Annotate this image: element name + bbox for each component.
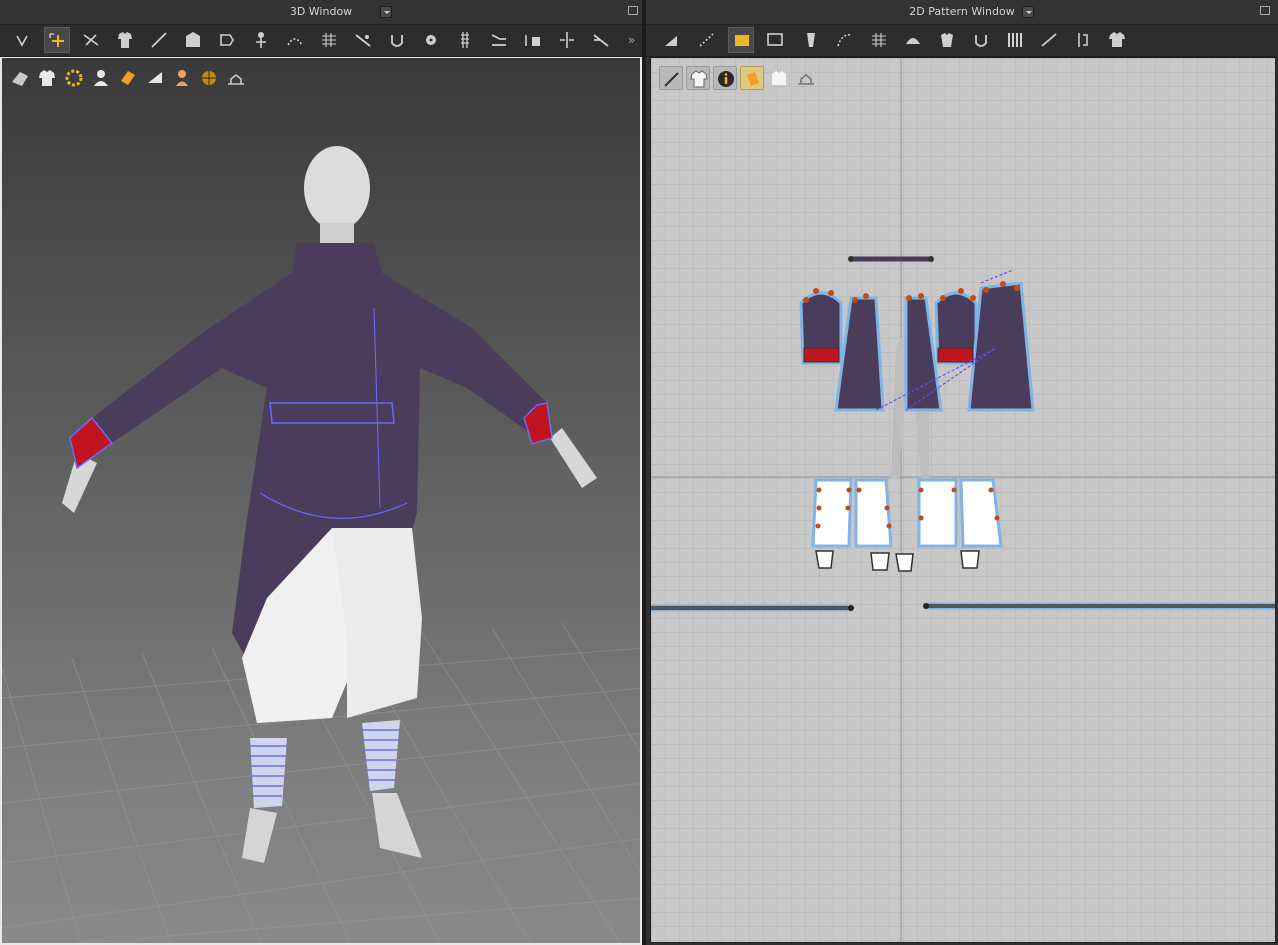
button-icon[interactable] bbox=[418, 27, 444, 53]
pattern-canvas[interactable] bbox=[650, 57, 1276, 943]
select-icon[interactable] bbox=[9, 27, 35, 53]
pattern-cuffs bbox=[803, 347, 974, 363]
grid-icon[interactable] bbox=[316, 27, 342, 53]
align-icon[interactable] bbox=[554, 27, 580, 53]
sewing-icon[interactable] bbox=[282, 27, 308, 53]
toolbar-overflow-icon[interactable]: » bbox=[628, 33, 635, 47]
pattern-collar bbox=[848, 256, 934, 262]
cut-icon[interactable] bbox=[588, 27, 614, 53]
window-3d-title: 3D Window bbox=[289, 5, 353, 18]
transform-icon[interactable] bbox=[658, 27, 684, 53]
edit-line-icon[interactable] bbox=[350, 27, 376, 53]
move-icon[interactable] bbox=[44, 27, 70, 53]
polygon-icon[interactable] bbox=[728, 27, 754, 53]
scene-3d bbox=[2, 146, 640, 943]
garment-fit-icon[interactable] bbox=[112, 27, 138, 53]
seam-icon[interactable] bbox=[968, 27, 994, 53]
pattern-waistband-strips bbox=[651, 602, 1275, 612]
window-2d: 2D Pattern Window bbox=[646, 0, 1278, 945]
fold-icon[interactable] bbox=[900, 27, 926, 53]
fold-line-icon[interactable] bbox=[1036, 27, 1062, 53]
edit-point-icon[interactable] bbox=[694, 27, 720, 53]
zipper-icon[interactable] bbox=[452, 27, 478, 53]
measure-icon[interactable] bbox=[146, 27, 172, 53]
window-3d: 3D Window » bbox=[0, 0, 642, 945]
tape-icon[interactable] bbox=[486, 27, 512, 53]
viewport-3d[interactable] bbox=[0, 57, 642, 945]
grid-icon[interactable] bbox=[866, 27, 892, 53]
tack-icon[interactable] bbox=[78, 27, 104, 53]
arrangement-icon[interactable] bbox=[214, 27, 240, 53]
pattern-pants-cuffs bbox=[815, 550, 980, 572]
garment-icon[interactable] bbox=[1104, 27, 1130, 53]
edit-curve-icon[interactable] bbox=[832, 27, 858, 53]
window-2d-menu-dropdown[interactable] bbox=[1022, 6, 1034, 18]
pin-icon[interactable] bbox=[248, 27, 274, 53]
window-3d-titlebar: 3D Window bbox=[0, 0, 642, 25]
arrangement-icon[interactable] bbox=[934, 27, 960, 53]
window-2d-toolbar bbox=[646, 25, 1278, 57]
window-3d-toolbar: » bbox=[0, 25, 642, 57]
internal-line-icon[interactable] bbox=[798, 27, 824, 53]
dart-icon[interactable] bbox=[1070, 27, 1096, 53]
pattern-layout bbox=[651, 58, 1275, 942]
pattern-coat-pieces bbox=[799, 281, 1035, 412]
notch-icon[interactable] bbox=[1002, 27, 1028, 53]
window-3d-menu-dropdown[interactable] bbox=[380, 6, 392, 18]
flip-icon[interactable] bbox=[520, 27, 546, 53]
window-3d-popout-icon[interactable] bbox=[628, 6, 638, 15]
window-2d-title: 2D Pattern Window bbox=[909, 5, 1015, 18]
rectangle-icon[interactable] bbox=[762, 27, 788, 53]
fold-icon[interactable] bbox=[180, 27, 206, 53]
pattern-pants-pieces bbox=[811, 478, 1003, 548]
steam-icon[interactable] bbox=[384, 27, 410, 53]
window-2d-popout-icon[interactable] bbox=[1260, 6, 1270, 15]
window-2d-titlebar: 2D Pattern Window bbox=[646, 0, 1278, 25]
